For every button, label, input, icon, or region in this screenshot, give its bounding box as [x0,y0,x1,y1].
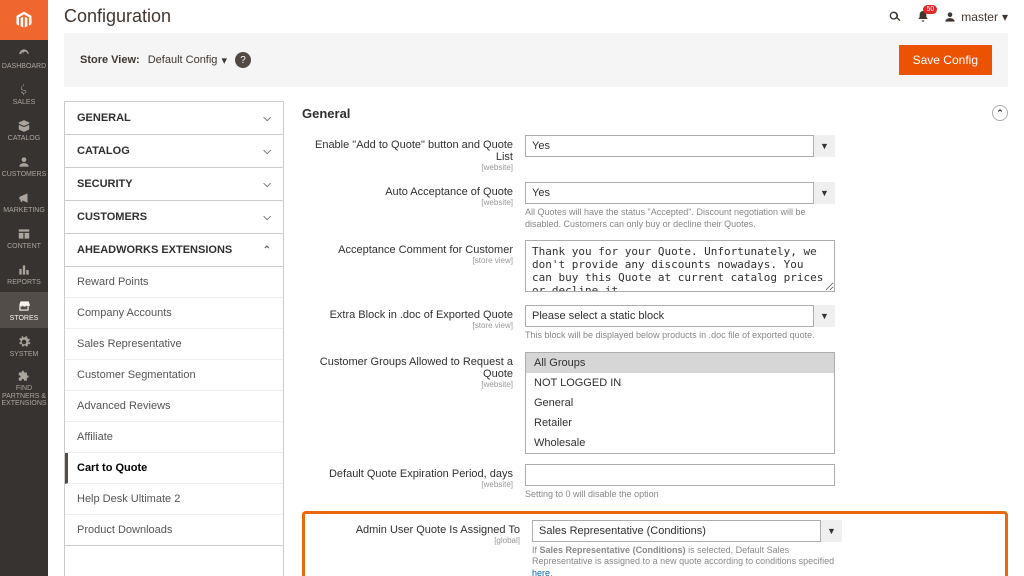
field-autoaccept: Auto Acceptance of Quote[website] Yes▼Al… [302,182,1008,230]
chevron-down-icon: ▾ [1002,10,1008,24]
user-menu[interactable]: master▾ [943,10,1008,24]
highlighted-field: Admin User Quote Is Assigned To[global] … [302,511,1008,576]
field-extrablock: Extra Block in .doc of Exported Quote[st… [302,305,1008,342]
custgroups-multiselect[interactable]: All Groups NOT LOGGED IN General Retaile… [525,352,835,454]
chevron-down-icon: ⌵ [263,179,271,190]
chevron-down-icon: ⌵ [263,113,271,124]
comment-textarea[interactable]: Thank you for your Quote. Unfortunately,… [525,240,835,292]
dashboard-icon [17,46,31,62]
cfgnav-item-prodownloads[interactable]: Product Downloads [65,515,283,545]
field-assigned: Admin User Quote Is Assigned To[global] … [309,520,1001,576]
conditions-link[interactable]: here [532,568,550,576]
config-nav: GENERAL⌵ CATALOG⌵ SECURITY⌵ CUSTOMERS⌵ A… [64,101,284,576]
cfgnav-group-customers[interactable]: CUSTOMERS⌵ [65,201,283,234]
chevron-up-icon: ⌃ [263,245,271,256]
main-area: Configuration 50 master▾ Store View: Def… [48,0,1024,576]
box-icon [17,118,31,134]
config-content: GENERAL⌵ CATALOG⌵ SECURITY⌵ CUSTOMERS⌵ A… [64,101,1008,576]
field-comment: Acceptance Comment for Customer[store vi… [302,240,1008,295]
config-body: General ⌃ Enable "Add to Quote" button a… [302,101,1008,576]
layout-icon [17,226,31,242]
nav-customers[interactable]: CUSTOMERS [0,148,48,184]
custgroups-opt-all[interactable]: All Groups [526,353,834,373]
gear-icon [17,334,31,350]
cfgnav-item-affiliate[interactable]: Affiliate [65,422,283,453]
section-header[interactable]: General ⌃ [302,101,1008,135]
nav-catalog[interactable]: CATALOG [0,112,48,148]
custgroups-opt-wholesale[interactable]: Wholesale [526,433,834,453]
store-view-label: Store View: [80,54,140,66]
admin-sidebar: DASHBOARD SALES CATALOG CUSTOMERS MARKET… [0,0,48,576]
nav-system[interactable]: SYSTEM [0,328,48,364]
extrablock-select[interactable]: Please select a static block [525,305,835,327]
collapse-icon[interactable]: ⌃ [992,105,1008,121]
dollar-icon [17,82,31,98]
notification-badge: 50 [923,5,937,14]
section-title: General [302,106,350,121]
magento-logo[interactable] [0,0,48,40]
chevron-down-icon: ⌵ [263,146,271,157]
custgroups-opt-retailer[interactable]: Retailer [526,413,834,433]
cfgnav-group-catalog[interactable]: CATALOG⌵ [65,135,283,168]
header-actions: 50 master▾ [887,9,1008,25]
chevron-down-icon: ⌵ [263,212,271,223]
cfgnav-item-rewardpoints[interactable]: Reward Points [65,267,283,298]
custgroups-opt-general[interactable]: General [526,393,834,413]
cfgnav-item-custseg[interactable]: Customer Segmentation [65,360,283,391]
field-enable: Enable "Add to Quote" button and Quote L… [302,135,1008,172]
save-config-button[interactable]: Save Config [899,45,992,75]
nav-dashboard[interactable]: DASHBOARD [0,40,48,76]
cfgnav-item-salesrep[interactable]: Sales Representative [65,329,283,360]
search-icon[interactable] [887,9,903,25]
avatar-icon [943,10,957,24]
nav-sales[interactable]: SALES [0,76,48,112]
scope-bar: Store View: Default Config▾ ? Save Confi… [64,33,1008,87]
cfgnav-item-helpdesk[interactable]: Help Desk Ultimate 2 [65,484,283,515]
assigned-note: If Sales Representative (Conditions) is … [532,545,842,576]
bell-icon[interactable]: 50 [915,9,931,25]
nav-stores[interactable]: STORES [0,292,48,328]
custgroups-opt-notloggedin[interactable]: NOT LOGGED IN [526,373,834,393]
store-view-switcher[interactable]: Default Config▾ [148,54,227,67]
cfgnav-item-companyaccounts[interactable]: Company Accounts [65,298,283,329]
cfgnav-item-advreviews[interactable]: Advanced Reviews [65,391,283,422]
store-icon [17,298,31,314]
megaphone-icon [17,190,31,206]
chevron-down-icon: ▾ [221,54,227,67]
person-icon [17,154,31,170]
cfgnav-group-general[interactable]: GENERAL⌵ [65,102,283,135]
nav-partners[interactable]: FIND PARTNERS & EXTENSIONS [0,364,48,412]
nav-marketing[interactable]: MARKETING [0,184,48,220]
chart-icon [17,262,31,278]
page-title: Configuration [64,6,887,27]
autoaccept-select[interactable]: Yes [525,182,835,204]
cfgnav-group-security[interactable]: SECURITY⌵ [65,168,283,201]
expiration-input[interactable] [525,464,835,486]
nav-content[interactable]: CONTENT [0,220,48,256]
field-expiration: Default Quote Expiration Period, days[we… [302,464,1008,501]
cfgnav-group-aheadworks[interactable]: AHEADWORKS EXTENSIONS⌃ [65,234,283,267]
puzzle-icon [17,368,31,384]
assigned-select[interactable]: Sales Representative (Conditions) [532,520,842,542]
page-header: Configuration 50 master▾ [48,0,1024,33]
cfgnav-item-carttoquote[interactable]: Cart to Quote [65,453,283,484]
nav-reports[interactable]: REPORTS [0,256,48,292]
help-tooltip-icon[interactable]: ? [235,52,251,68]
enable-select[interactable]: Yes [525,135,835,157]
field-custgroups: Customer Groups Allowed to Request a Quo… [302,352,1008,454]
cfgnav-aheadworks-items: Reward Points Company Accounts Sales Rep… [65,267,283,546]
